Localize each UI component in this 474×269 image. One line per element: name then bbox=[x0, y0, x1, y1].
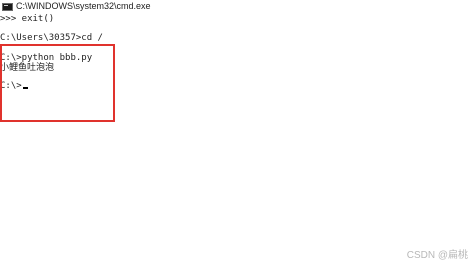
console-output[interactable]: >>> exit() C:\Users\30357>cd / C:\>pytho… bbox=[0, 13, 474, 269]
highlight-annotation bbox=[0, 44, 115, 122]
console-line: >>> exit() bbox=[0, 14, 55, 24]
cmd-icon bbox=[2, 2, 13, 11]
console-line: C:\Users\30357>cd / bbox=[0, 33, 103, 43]
title-bar[interactable]: C:\WINDOWS\system32\cmd.exe bbox=[0, 0, 474, 13]
window-title: C:\WINDOWS\system32\cmd.exe bbox=[16, 1, 151, 11]
cmd-window: C:\WINDOWS\system32\cmd.exe >>> exit() C… bbox=[0, 0, 474, 269]
watermark: CSDN @扁桃 bbox=[406, 250, 468, 261]
